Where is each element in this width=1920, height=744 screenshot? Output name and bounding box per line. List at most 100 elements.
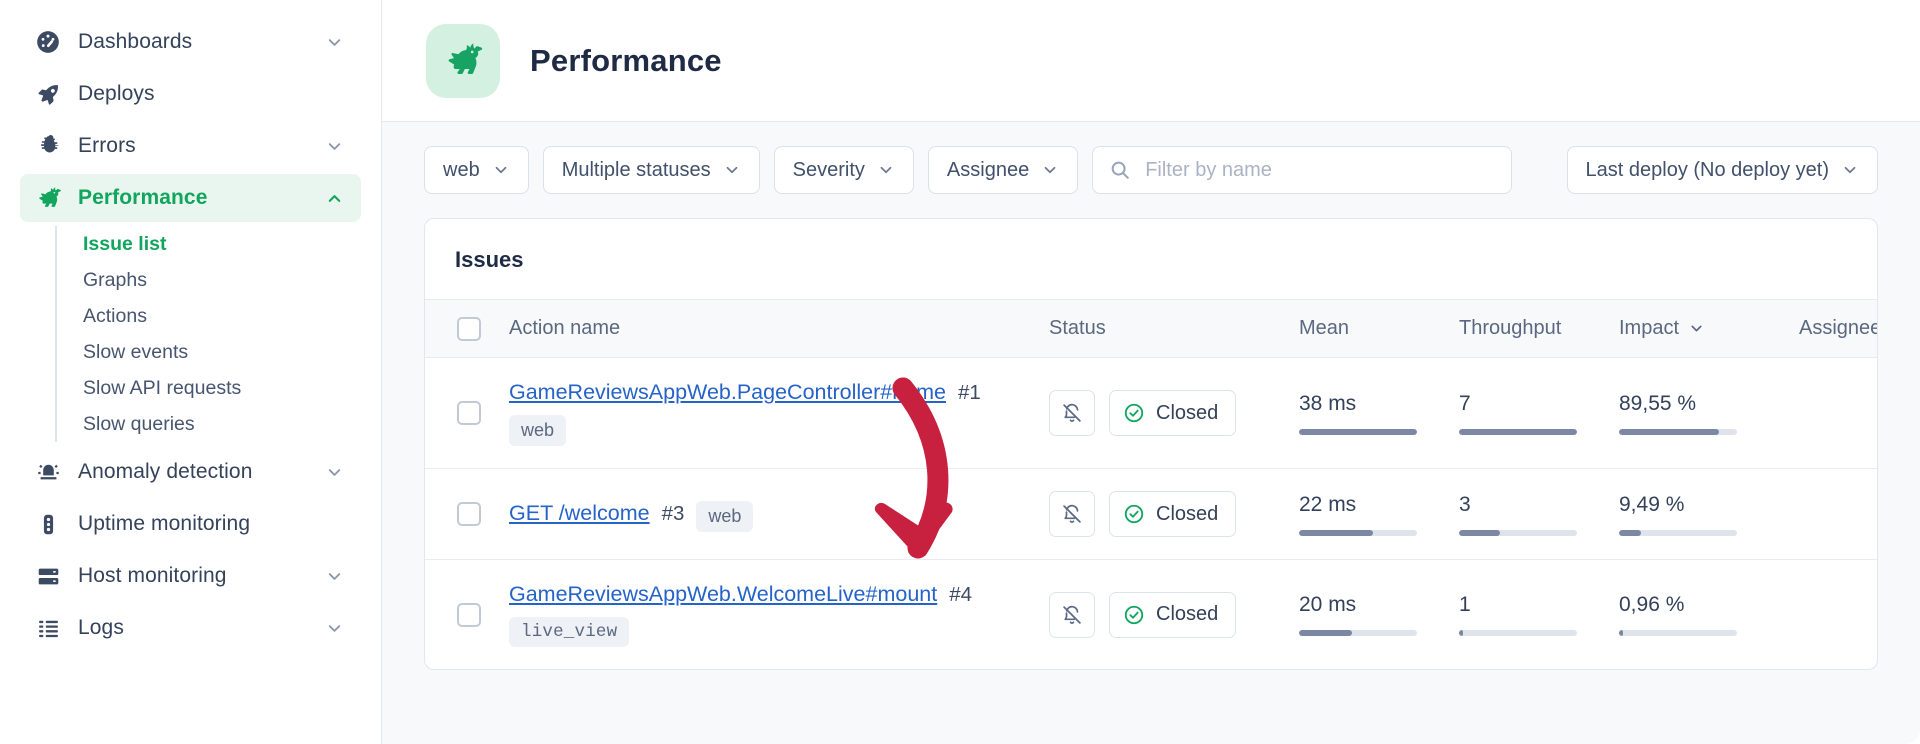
impact-bar	[1619, 428, 1737, 435]
status-filter-label: Multiple statuses	[561, 158, 711, 181]
throughput-bar	[1459, 529, 1577, 536]
check-circle-icon	[1123, 402, 1145, 424]
column-throughput[interactable]: Throughput	[1459, 299, 1619, 358]
row-checkbox[interactable]	[457, 602, 481, 627]
mean-bar	[1299, 630, 1417, 636]
row-mean-cell: 38 ms	[1299, 357, 1459, 469]
row-impact-cell: 9,49 %	[1619, 468, 1799, 560]
issue-tag: web	[509, 415, 567, 446]
row-mean-cell: 22 ms	[1299, 468, 1459, 560]
assignee-filter-label: Assignee	[946, 158, 1030, 181]
bell-off-icon[interactable]	[1049, 591, 1095, 638]
namespace-filter-button[interactable]: web	[424, 146, 529, 194]
row-assignees-cell[interactable]	[1799, 357, 1877, 469]
chevron-down-icon[interactable]	[323, 565, 345, 587]
sidebar-subitem-slow-api-requests[interactable]: Slow API requests	[81, 370, 361, 406]
status-badge[interactable]: Closed	[1109, 491, 1237, 537]
status-badge[interactable]: Closed	[1109, 390, 1237, 436]
column-label: Throughput	[1459, 317, 1562, 339]
row-checkbox[interactable]	[457, 502, 481, 526]
row-assignees-cell[interactable]	[1799, 560, 1877, 670]
row-assignees-cell[interactable]	[1799, 468, 1877, 560]
sidebar-subitem-slow-queries[interactable]: Slow queries	[81, 406, 361, 442]
severity-filter-label: Severity	[792, 158, 865, 181]
sidebar-item-anomaly-detection[interactable]: Anomaly detection	[20, 448, 361, 496]
column-assignees[interactable]: Assignees	[1799, 299, 1877, 358]
sidebar-item-logs[interactable]: Logs	[20, 604, 361, 652]
column-label: Status	[1049, 317, 1106, 339]
impact-value: 9,49 %	[1619, 492, 1685, 516]
row-mean-cell: 20 ms	[1299, 560, 1459, 670]
chevron-down-icon[interactable]	[1688, 320, 1705, 337]
select-all-header	[425, 299, 509, 358]
table-row[interactable]: GET /welcome #3 web Closed 22 ms 3 9,49 …	[425, 468, 1877, 560]
bell-off-icon[interactable]	[1049, 491, 1095, 537]
row-checkbox[interactable]	[457, 401, 481, 425]
sidebar-item-dashboards[interactable]: Dashboards	[20, 18, 361, 66]
impact-bar	[1619, 630, 1737, 636]
chevron-down-icon	[877, 161, 895, 179]
chevron-down-icon[interactable]	[323, 461, 345, 483]
impact-value: 0,96 %	[1619, 593, 1685, 616]
select-all-checkbox[interactable]	[457, 316, 481, 341]
status-filter-button[interactable]: Multiple statuses	[542, 146, 760, 194]
rocket-icon	[34, 80, 62, 108]
chevron-down-icon	[1041, 161, 1059, 179]
sidebar-item-deploys[interactable]: Deploys	[20, 70, 361, 118]
sidebar-item-label: Anomaly detection	[78, 460, 253, 483]
bell-off-icon[interactable]	[1049, 390, 1095, 436]
rabbit-icon	[34, 184, 62, 212]
sidebar-subitem-label: Slow events	[83, 340, 189, 363]
sidebar-item-errors[interactable]: Errors	[20, 122, 361, 170]
column-action-name[interactable]: Action name	[509, 299, 1049, 358]
sidebar-subitem-issue-list[interactable]: Issue list	[81, 226, 361, 262]
chevron-down-icon[interactable]	[323, 31, 345, 53]
issue-number: #1	[958, 381, 981, 404]
traffic-light-icon	[34, 510, 62, 538]
status-label: Closed	[1156, 603, 1219, 625]
search-input[interactable]	[1145, 158, 1496, 182]
deploy-filter-button[interactable]: Last deploy (No deploy yet)	[1566, 146, 1878, 194]
sidebar-item-label: Logs	[78, 616, 124, 639]
search-icon	[1109, 159, 1131, 181]
column-status[interactable]: Status	[1049, 299, 1299, 358]
sidebar-item-uptime-monitoring[interactable]: Uptime monitoring	[20, 500, 361, 548]
row-throughput-cell: 1	[1459, 560, 1619, 670]
table-row[interactable]: GameReviewsAppWeb.WelcomeLive#mount #4 l…	[425, 560, 1877, 670]
chevron-down-icon[interactable]	[323, 617, 345, 639]
sidebar-item-performance[interactable]: Performance	[20, 174, 361, 222]
issue-link[interactable]: GameReviewsAppWeb.PageController#home	[509, 380, 946, 405]
sidebar-subitem-slow-events[interactable]: Slow events	[81, 334, 361, 370]
mean-bar	[1299, 529, 1417, 536]
sidebar-subitem-actions[interactable]: Actions	[81, 298, 361, 334]
gauge-icon	[34, 28, 62, 56]
column-mean[interactable]: Mean	[1299, 299, 1459, 358]
sidebar-item-host-monitoring[interactable]: Host monitoring	[20, 552, 361, 600]
table-row[interactable]: GameReviewsAppWeb.PageController#home #1…	[425, 357, 1877, 469]
issues-table-header: Action name Status Mean Throughput Impac…	[425, 299, 1877, 358]
sidebar-subitem-graphs[interactable]: Graphs	[81, 262, 361, 298]
chevron-down-icon	[723, 161, 741, 179]
row-impact-cell: 0,96 %	[1619, 560, 1799, 670]
row-status-cell: Closed	[1049, 468, 1299, 560]
rabbit-icon	[426, 23, 500, 98]
issue-link[interactable]: GameReviewsAppWeb.WelcomeLive#mount	[509, 582, 937, 607]
search-field-wrapper[interactable]	[1092, 146, 1513, 194]
filter-bar: web Multiple statuses Severity Assignee …	[424, 146, 1878, 194]
issue-link[interactable]: GET /welcome	[509, 501, 650, 526]
main-area: Performance web Multiple statuses Severi…	[382, 0, 1920, 744]
table-header-row: Action name Status Mean Throughput Impac…	[425, 299, 1877, 358]
status-badge[interactable]: Closed	[1109, 591, 1237, 638]
sidebar-subitem-label: Slow API requests	[83, 376, 242, 399]
row-select-cell	[425, 468, 509, 560]
column-label: Assignees	[1799, 317, 1877, 339]
issue-tag: web	[696, 500, 754, 532]
column-impact[interactable]: Impact	[1619, 299, 1799, 358]
mean-value: 38 ms	[1299, 391, 1357, 415]
assignee-filter-button[interactable]: Assignee	[927, 146, 1079, 194]
severity-filter-button[interactable]: Severity	[773, 146, 914, 194]
sidebar-item-label: Performance	[78, 186, 208, 209]
chevron-down-icon[interactable]	[323, 135, 345, 157]
chevron-up-icon[interactable]	[323, 187, 345, 209]
column-label: Impact	[1619, 317, 1680, 339]
